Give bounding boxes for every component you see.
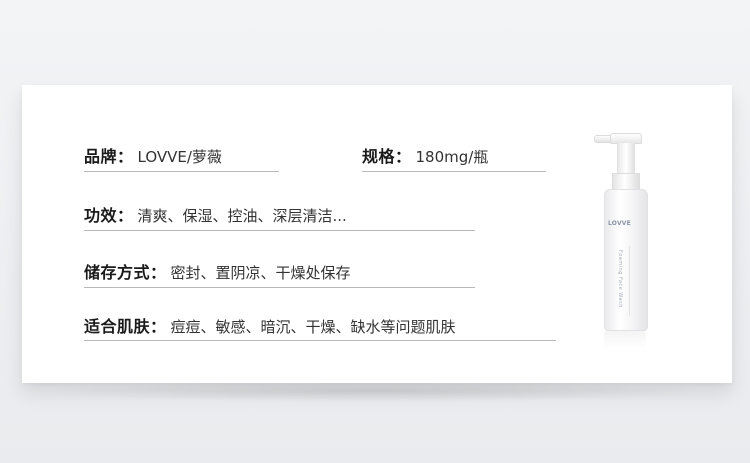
storage-divider: [84, 287, 475, 288]
bottle-body: LOVVE Foaming Face Wash: [604, 189, 648, 331]
bottle-vertical-text: Foaming Face Wash: [617, 250, 623, 308]
effect-label: 功效：: [84, 206, 134, 225]
brand-label: 品牌：: [84, 147, 134, 166]
pump-stem: [617, 143, 635, 173]
storage-label: 储存方式：: [84, 263, 167, 282]
skin-label: 适合肌肤：: [84, 317, 167, 336]
effect-divider: [84, 230, 475, 231]
effect-row: 功效： 清爽、保湿、控油、深层清洁...: [84, 202, 347, 226]
size-label: 规格：: [362, 147, 412, 166]
storage-value: 密封、置阴凉、干燥处保存: [170, 264, 351, 282]
skin-value: 痘痘、敏感、暗沉、干燥、缺水等问题肌肤: [170, 318, 456, 336]
storage-row: 储存方式： 密封、置阴凉、干燥处保存: [84, 259, 351, 283]
size-divider: [362, 171, 546, 172]
effect-value: 清爽、保湿、控油、深层清洁...: [137, 207, 347, 225]
brand-value: LOVVE/萝薇: [137, 148, 222, 166]
brand-row: 品牌： LOVVE/萝薇: [84, 143, 222, 167]
brand-divider: [84, 171, 279, 172]
size-row: 规格： 180mg/瓶: [362, 143, 488, 167]
bottle-reflection: [604, 331, 646, 349]
product-bottle-image: LOVVE Foaming Face Wash: [590, 133, 660, 353]
bottle-label-divider: [629, 246, 630, 316]
card-shadow: [40, 380, 710, 402]
skin-divider: [84, 340, 556, 341]
skin-row: 适合肌肤： 痘痘、敏感、暗沉、干燥、缺水等问题肌肤: [84, 313, 456, 337]
size-value: 180mg/瓶: [415, 148, 489, 166]
bottle-logo: LOVVE: [608, 220, 631, 227]
